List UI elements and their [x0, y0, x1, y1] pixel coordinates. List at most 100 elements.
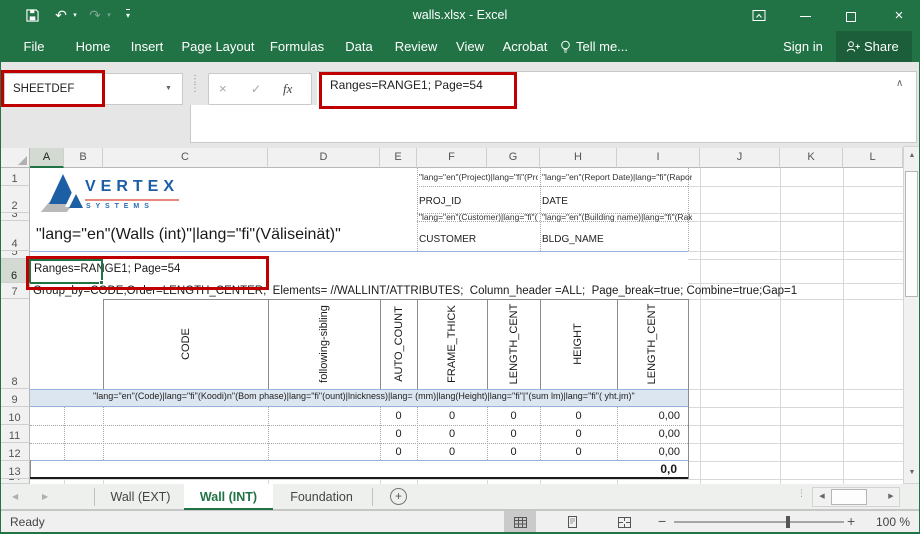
- cell-h4[interactable]: BLDG_NAME: [542, 234, 604, 245]
- cell-h3[interactable]: "lang="en"(Building name)|lang="fi"(Rake…: [542, 212, 692, 222]
- row-header-2[interactable]: 2: [0, 186, 30, 213]
- column-header-j[interactable]: J: [700, 148, 780, 168]
- column-header-following-sibling[interactable]: following-sibling: [318, 305, 330, 383]
- zoom-slider-track[interactable]: [674, 521, 844, 523]
- maximize-button[interactable]: [836, 0, 866, 31]
- cell-e10[interactable]: 0: [380, 407, 417, 425]
- cell-i13-total[interactable]: 0,0: [617, 460, 677, 478]
- tab-data[interactable]: Data: [336, 31, 382, 62]
- sheet-tab-wall-ext[interactable]: Wall (EXT): [98, 484, 183, 510]
- close-button[interactable]: ×: [884, 0, 914, 31]
- tell-me-box[interactable]: Tell me...: [576, 31, 636, 62]
- cell-f10[interactable]: 0: [417, 407, 487, 425]
- column-header-i[interactable]: I: [617, 148, 700, 168]
- sign-in-link[interactable]: Sign in: [778, 31, 828, 62]
- tab-file[interactable]: File: [12, 31, 56, 62]
- row-header-14[interactable]: 14: [0, 479, 30, 484]
- select-all-corner[interactable]: [0, 148, 30, 168]
- sheet-nav-left-icon[interactable]: ◀: [12, 484, 18, 510]
- column-header-d[interactable]: D: [268, 148, 380, 168]
- zoom-in-button[interactable]: +: [847, 510, 855, 534]
- column-header-f[interactable]: F: [417, 148, 487, 168]
- row-header-1[interactable]: 1: [0, 168, 30, 186]
- column-header-h[interactable]: H: [540, 148, 617, 168]
- formula-bar-drag-handle[interactable]: ⋮⋮: [190, 75, 200, 93]
- vertical-scroll-thumb[interactable]: [905, 171, 918, 297]
- cancel-icon[interactable]: ×: [219, 74, 227, 104]
- row-header-8[interactable]: 8: [0, 299, 30, 389]
- cell-i11[interactable]: 0,00: [617, 425, 680, 443]
- cell-i12[interactable]: 0,00: [617, 443, 680, 461]
- tab-acrobat[interactable]: Acrobat: [496, 31, 554, 62]
- cell-g10[interactable]: 0: [487, 407, 540, 425]
- row-header-9[interactable]: 9: [0, 389, 30, 407]
- sheet-nav-right-icon[interactable]: ▶: [42, 484, 48, 510]
- formula-bar-collapse-icon[interactable]: ∧: [896, 78, 903, 89]
- zoom-out-button[interactable]: −: [658, 510, 666, 534]
- zoom-level-label[interactable]: 100 %: [866, 510, 910, 534]
- column-header-g[interactable]: G: [487, 148, 540, 168]
- cell-f4[interactable]: CUSTOMER: [419, 234, 476, 245]
- ribbon-display-options-icon[interactable]: [744, 0, 774, 31]
- scroll-right-icon[interactable]: ▶: [884, 488, 898, 506]
- share-button[interactable]: Share: [836, 31, 912, 62]
- column-header-b[interactable]: B: [64, 148, 103, 168]
- vertical-scrollbar[interactable]: ▲ ▼: [903, 146, 920, 484]
- cell-i10[interactable]: 0,00: [617, 407, 680, 425]
- sheet-tab-foundation[interactable]: Foundation: [275, 484, 368, 510]
- cell-h10[interactable]: 0: [540, 407, 617, 425]
- horizontal-scrollbar[interactable]: ◀ ▶: [812, 487, 900, 507]
- add-sheet-button[interactable]: +: [390, 488, 407, 505]
- cell-e11[interactable]: 0: [380, 425, 417, 443]
- tab-view[interactable]: View: [448, 31, 492, 62]
- row-header-3[interactable]: 3: [0, 213, 30, 221]
- cell-h11[interactable]: 0: [540, 425, 617, 443]
- tab-home[interactable]: Home: [68, 31, 118, 62]
- column-header-k[interactable]: K: [780, 148, 843, 168]
- scroll-up-icon[interactable]: ▲: [906, 152, 918, 166]
- cell-f12[interactable]: 0: [417, 443, 487, 461]
- column-header-frame-thick[interactable]: FRAME_THICK: [446, 305, 458, 383]
- cell-f3[interactable]: "lang="en"(Customer)|lang="fi"(: [419, 212, 538, 222]
- tab-insert[interactable]: Insert: [122, 31, 172, 62]
- scroll-down-icon[interactable]: ▼: [906, 469, 918, 483]
- row-header-10[interactable]: 10: [0, 407, 30, 425]
- row-header-13[interactable]: 13: [0, 461, 30, 479]
- cell-row9-header[interactable]: "lang="en"(Code)|lang="fi"(Koodi)n"(Bom …: [93, 391, 635, 401]
- view-normal-button[interactable]: [504, 511, 536, 533]
- row-header-4[interactable]: 4: [0, 221, 30, 251]
- cell-a4-title[interactable]: "lang="en"(Walls (int)"|lang="fi"(Välise…: [36, 226, 341, 244]
- row-header-11[interactable]: 11: [0, 425, 30, 443]
- horizontal-scroll-thumb[interactable]: [831, 489, 867, 505]
- scroll-left-icon[interactable]: ◀: [815, 488, 829, 506]
- column-header-e[interactable]: E: [380, 148, 417, 168]
- fx-icon[interactable]: fx: [283, 74, 292, 104]
- enter-icon[interactable]: ✓: [251, 74, 261, 104]
- tab-review[interactable]: Review: [388, 31, 444, 62]
- name-box-dropdown-icon[interactable]: ▼: [165, 74, 172, 104]
- cell-f1[interactable]: "lang="en"(Project)|lang="fi"(Pro: [419, 172, 538, 182]
- cell-h1[interactable]: "lang="en"(Report Date)|lang="fi"(Raport…: [542, 172, 692, 182]
- column-header-length-center-1[interactable]: LENGTH_CENT: [508, 304, 520, 385]
- view-page-layout-button[interactable]: [556, 511, 588, 533]
- cell-e12[interactable]: 0: [380, 443, 417, 461]
- cell-f2[interactable]: PROJ_ID: [419, 196, 461, 207]
- tab-page-layout[interactable]: Page Layout: [176, 31, 260, 62]
- column-header-auto-count[interactable]: AUTO_COUNT: [393, 306, 405, 382]
- column-header-l[interactable]: L: [843, 148, 903, 168]
- tab-formulas[interactable]: Formulas: [264, 31, 330, 62]
- column-header-a[interactable]: A: [30, 148, 64, 168]
- column-header-height[interactable]: HEIGHT: [572, 323, 584, 365]
- column-header-code[interactable]: CODE: [180, 328, 192, 360]
- column-header-length-center-2[interactable]: LENGTH_CENT: [646, 304, 658, 385]
- minimize-button[interactable]: [790, 0, 820, 31]
- cell-f11[interactable]: 0: [417, 425, 487, 443]
- cell-g11[interactable]: 0: [487, 425, 540, 443]
- tabbar-drag-handle[interactable]: ⋮: [797, 489, 806, 497]
- cell-h12[interactable]: 0: [540, 443, 617, 461]
- cell-g12[interactable]: 0: [487, 443, 540, 461]
- row-header-12[interactable]: 12: [0, 443, 30, 461]
- column-header-c[interactable]: C: [103, 148, 268, 168]
- view-page-break-button[interactable]: [608, 511, 640, 533]
- cell-h2[interactable]: DATE: [542, 196, 568, 207]
